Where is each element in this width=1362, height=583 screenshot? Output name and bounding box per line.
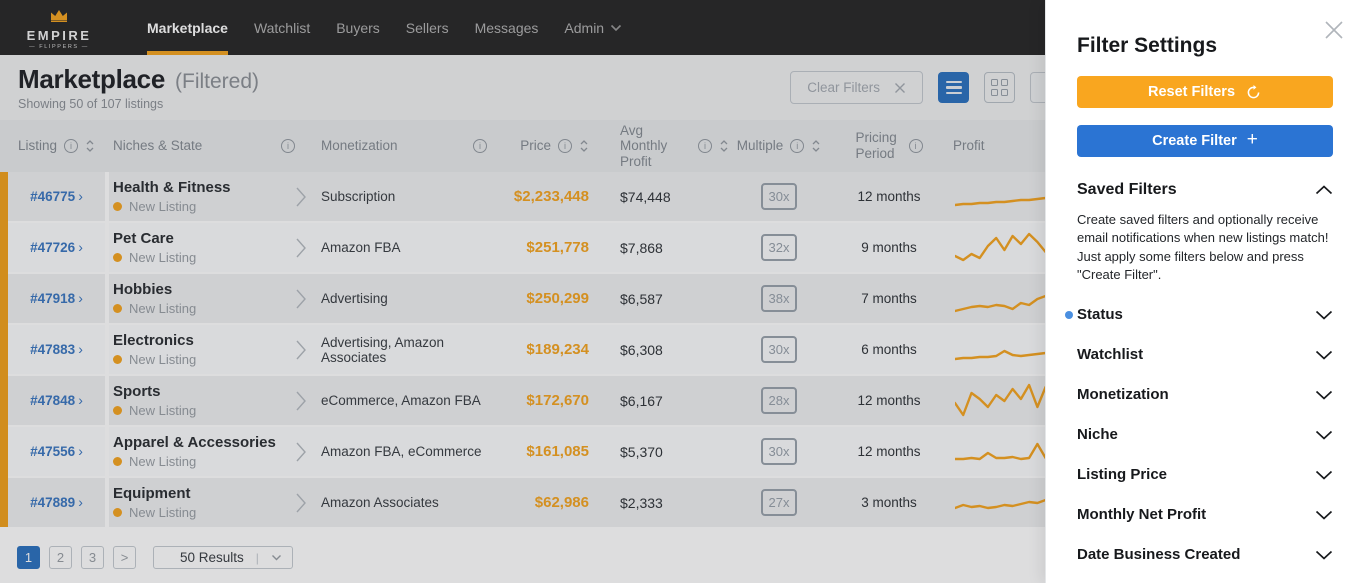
filter-item-status[interactable]: Status bbox=[1065, 295, 1333, 335]
active-filter-dot-icon bbox=[1065, 310, 1073, 319]
filter-item-watchlist[interactable]: Watchlist bbox=[1077, 335, 1333, 375]
close-icon[interactable] bbox=[1323, 19, 1345, 41]
filter-item-monetization[interactable]: Monetization bbox=[1077, 375, 1333, 415]
plus-icon: + bbox=[1246, 129, 1258, 150]
chevron-down-icon bbox=[1315, 350, 1333, 360]
chevron-up-icon bbox=[1315, 185, 1333, 195]
chevron-down-icon bbox=[1315, 510, 1333, 520]
refresh-icon bbox=[1245, 84, 1262, 101]
reset-filters-button[interactable]: Reset Filters bbox=[1077, 76, 1333, 108]
filter-item-date-business-created[interactable]: Date Business Created bbox=[1077, 535, 1333, 575]
filter-item-niche[interactable]: Niche bbox=[1077, 415, 1333, 455]
chevron-down-icon bbox=[1315, 430, 1333, 440]
chevron-down-icon bbox=[1315, 390, 1333, 400]
app-window: EMPIRE — FLIPPERS — Marketplace Watchlis… bbox=[0, 0, 1362, 583]
chevron-down-icon bbox=[1315, 470, 1333, 480]
filter-item-listing-price[interactable]: Listing Price bbox=[1077, 455, 1333, 495]
chevron-down-icon bbox=[1315, 550, 1333, 560]
saved-filters-description: Create saved filters and optionally rece… bbox=[1077, 212, 1329, 283]
panel-title: Filter Settings bbox=[1077, 34, 1218, 57]
chevron-down-icon bbox=[1315, 310, 1333, 320]
filter-accordion: Status Watchlist Monetization Niche List… bbox=[1065, 295, 1333, 575]
create-filter-button[interactable]: Create Filter + bbox=[1077, 125, 1333, 157]
filter-settings-panel: Filter Settings Reset Filters Create Fil… bbox=[1045, 0, 1362, 583]
filter-item-monthly-net-profit[interactable]: Monthly Net Profit bbox=[1077, 495, 1333, 535]
saved-filters-section-header[interactable]: Saved Filters bbox=[1077, 181, 1333, 199]
